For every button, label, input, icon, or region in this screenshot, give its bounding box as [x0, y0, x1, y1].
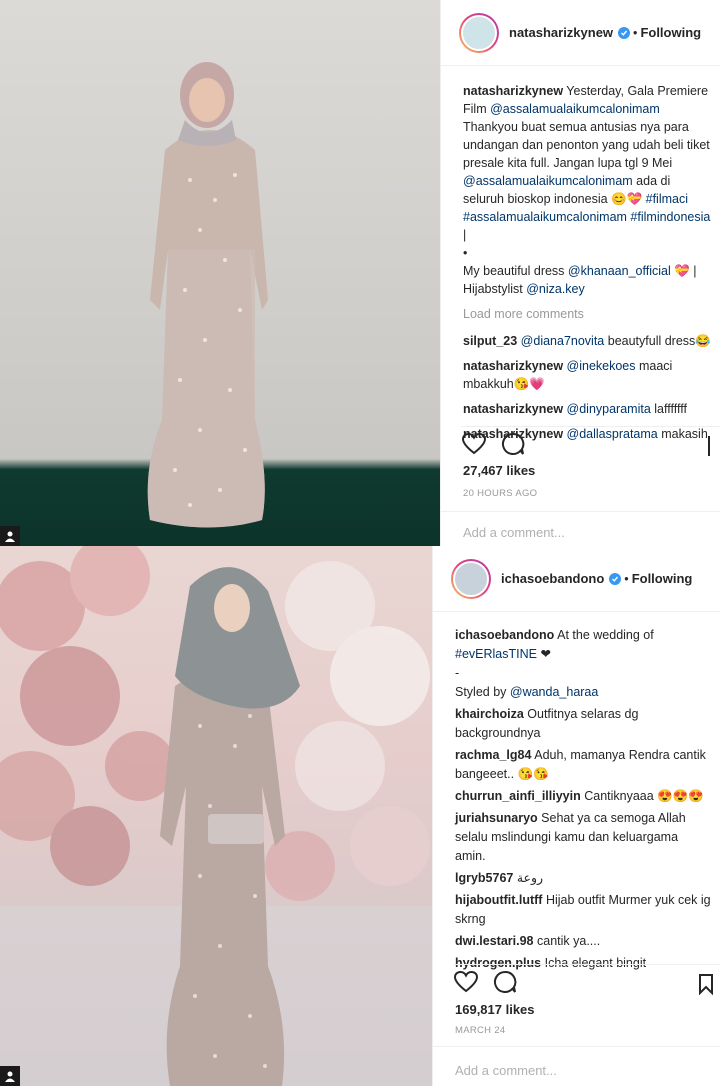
comment-username[interactable]: natasharizkynew: [463, 402, 563, 416]
caption: ichasoebandono At the wedding of #evERla…: [455, 628, 654, 699]
avatar[interactable]: [459, 12, 499, 53]
list-item: khairchoiza Outfitnya selaras dg backgro…: [455, 707, 639, 740]
mention-link[interactable]: @wanda_haraa: [510, 685, 598, 699]
hashtag-link[interactable]: #evERlasTINE: [455, 647, 537, 661]
comment-username[interactable]: lgryb5767: [455, 871, 513, 885]
list-item: dwi.lestari.98 cantik ya....: [455, 934, 601, 948]
post-photo[interactable]: [0, 0, 440, 546]
caption-username[interactable]: natasharizkynew: [463, 84, 563, 98]
post-sidebar: ichasoebandono • Following ichasoebandon…: [432, 546, 720, 1086]
following-button[interactable]: Following: [632, 571, 693, 586]
username-link[interactable]: ichasoebandono: [501, 571, 604, 586]
list-item: churrun_ainfi_illiyyin Cantiknyaaa 😍😍😍: [455, 789, 704, 803]
add-comment-input[interactable]: Add a comment...: [441, 511, 720, 546]
post-timestamp[interactable]: 20 HOURS AGO: [463, 488, 537, 499]
mention-link[interactable]: @diana7novita: [521, 334, 605, 348]
comment-username[interactable]: rachma_lg84: [455, 748, 531, 762]
list-item: natasharizkynew @inekekoes maaci mbakkuh…: [463, 359, 673, 391]
post-timestamp[interactable]: MARCH 24: [455, 1025, 505, 1036]
separator-dot: •: [633, 25, 638, 40]
likes-count[interactable]: 169,817 likes: [455, 1002, 535, 1017]
post-1: natasharizkynew • Following natasharizky…: [0, 0, 720, 546]
following-button[interactable]: Following: [640, 25, 701, 40]
list-item: juriahsunaryo Sehat ya ca semoga Allah s…: [455, 811, 686, 863]
bookmark-icon[interactable]: [708, 435, 716, 460]
separator-dot: •: [624, 571, 629, 586]
tagged-user-icon[interactable]: [0, 526, 20, 546]
woman-in-beaded-gown-image: [147, 62, 268, 528]
list-item: rachma_lg84 Aduh, mamanya Rendra cantik …: [455, 748, 706, 781]
list-item: silput_23 @diana7novita beautyfull dress…: [463, 334, 711, 348]
comment-icon[interactable]: [493, 970, 517, 997]
comment-username[interactable]: churrun_ainfi_illiyyin: [455, 789, 581, 803]
mention-link[interactable]: @inekekoes: [567, 359, 636, 373]
mention-link[interactable]: @dinyparamita: [567, 402, 651, 416]
load-more-comments-link[interactable]: Load more comments: [463, 305, 712, 323]
heart-icon[interactable]: [453, 970, 479, 997]
mention-link[interactable]: @niza.key: [526, 282, 585, 296]
caption: natasharizkynew Yesterday, Gala Premiere…: [463, 84, 711, 296]
bookmark-icon[interactable]: [698, 973, 714, 998]
comments-section: ichasoebandono At the wedding of #evERla…: [455, 626, 712, 976]
comment-username[interactable]: juriahsunaryo: [455, 811, 538, 825]
list-item: hijaboutfit.lutff Hijab outfit Murmer yu…: [455, 893, 711, 926]
mention-link[interactable]: @khanaan_official: [568, 264, 671, 278]
comment-username[interactable]: dwi.lestari.98: [455, 934, 534, 948]
post-header: ichasoebandono • Following: [433, 546, 720, 612]
comment-username[interactable]: hijaboutfit.lutff: [455, 893, 542, 907]
tagged-user-icon[interactable]: [0, 1066, 20, 1086]
post-photo[interactable]: [0, 546, 432, 1086]
action-bar: [453, 964, 720, 996]
comments-section: natasharizkynew Yesterday, Gala Premiere…: [463, 82, 712, 450]
verified-badge-icon: [609, 572, 622, 585]
post-header: natasharizkynew • Following: [441, 0, 720, 66]
avatar[interactable]: [451, 558, 491, 599]
mention-link[interactable]: @assalamualaikumcalonimam: [490, 102, 660, 116]
add-comment-input[interactable]: Add a comment...: [433, 1046, 720, 1086]
list-item: natasharizkynew @dinyparamita lafffffff: [463, 402, 687, 416]
action-bar: [461, 426, 720, 458]
verified-badge-icon: [618, 26, 631, 39]
post-sidebar: natasharizkynew • Following natasharizky…: [440, 0, 720, 546]
mention-link[interactable]: @assalamualaikumcalonimam: [463, 174, 633, 188]
likes-count[interactable]: 27,467 likes: [463, 463, 535, 478]
caption-username[interactable]: ichasoebandono: [455, 628, 554, 642]
username-link[interactable]: natasharizkynew: [509, 25, 613, 40]
post-2: ichasoebandono • Following ichasoebandon…: [0, 546, 720, 1086]
heart-icon[interactable]: [461, 432, 487, 459]
comment-username[interactable]: silput_23: [463, 334, 517, 348]
comment-icon[interactable]: [501, 432, 525, 459]
comment-username[interactable]: khairchoiza: [455, 707, 524, 721]
list-item: lgryb5767 روعة: [455, 871, 544, 885]
comment-username[interactable]: natasharizkynew: [463, 359, 563, 373]
woman-with-flower-backdrop-image: [0, 546, 432, 1086]
